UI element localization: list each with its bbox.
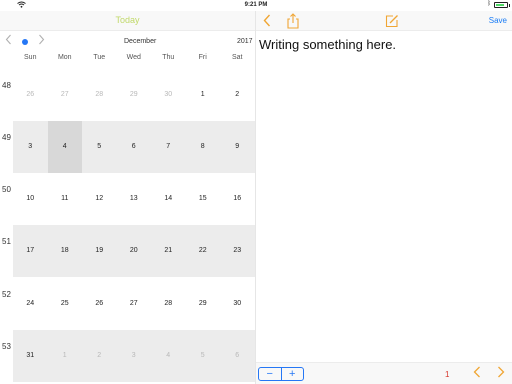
calendar-day[interactable]: 8	[186, 121, 221, 173]
calendar-day[interactable]: 13	[117, 173, 152, 225]
calendar-week-row: 48 26 27 28 29 30 1 2	[0, 69, 255, 121]
note-text-editor[interactable]: Writing something here.	[259, 37, 396, 52]
calendar-day[interactable]: 29	[186, 278, 221, 330]
calendar-week-row: 51 17 18 19 20 21 22 23	[0, 225, 255, 277]
calendar-day[interactable]: 10	[13, 173, 48, 225]
calendar-year: 2017	[237, 38, 253, 45]
page-number: 1	[445, 370, 450, 379]
weekday-label: Tue	[93, 54, 106, 61]
status-bar: 9:21 PM ᛒ	[0, 0, 512, 10]
calendar-day[interactable]: 11	[48, 173, 83, 225]
calendar-week-row: 53 31 1 2 3 4 5 6	[0, 330, 255, 382]
week-number: 53	[2, 342, 11, 351]
weekday-header: Sun Mon Tue Wed Thu Fri Sat	[13, 54, 255, 64]
weekday-label: Sun	[24, 54, 37, 61]
week-number: 50	[2, 185, 11, 194]
chevron-left-icon[interactable]	[473, 366, 481, 381]
calendar-day[interactable]: 3	[117, 330, 152, 382]
calendar-day[interactable]: 26	[82, 278, 117, 330]
weekday-label: Mon	[57, 54, 72, 61]
chevron-left-icon[interactable]	[263, 14, 271, 30]
calendar-nav: Today	[0, 11, 255, 31]
status-time: 9:21 PM	[244, 2, 268, 8]
calendar-day[interactable]: 3	[13, 121, 48, 173]
battery-icon	[494, 2, 508, 8]
bluetooth-icon: ᛒ	[487, 1, 491, 7]
calendar-day[interactable]: 1	[186, 69, 221, 121]
calendar-day[interactable]: 18	[48, 225, 83, 277]
editor-nav: Save	[256, 11, 512, 31]
page-stepper[interactable]: − +	[258, 367, 304, 381]
calendar-day[interactable]: 16	[220, 173, 255, 225]
calendar-day[interactable]: 27	[117, 278, 152, 330]
calendar-day[interactable]: 21	[151, 225, 186, 277]
calendar-day[interactable]: 9	[220, 121, 255, 173]
calendar-week-row: 49 3 4 5 6 7 8 9	[0, 121, 255, 173]
calendar-day[interactable]: 23	[220, 225, 255, 277]
calendar-day[interactable]: 15	[186, 173, 221, 225]
save-button[interactable]: Save	[489, 16, 507, 25]
calendar-day[interactable]: 26	[13, 69, 48, 121]
today-button[interactable]: Today	[0, 15, 255, 25]
calendar-day[interactable]: 2	[82, 330, 117, 382]
calendar-week-row: 50 10 11 12 13 14 15 16	[0, 173, 255, 225]
calendar-day[interactable]: 25	[48, 278, 83, 330]
weekday-label: Wed	[126, 54, 141, 61]
calendar-day[interactable]: 30	[151, 69, 186, 121]
compose-icon[interactable]	[385, 14, 399, 28]
decrement-button[interactable]: −	[259, 368, 282, 380]
previous-month-button[interactable]	[5, 34, 12, 48]
chevron-right-icon[interactable]	[497, 366, 505, 381]
calendar-week-row: 52 24 25 26 27 28 29 30	[0, 278, 255, 330]
calendar-day[interactable]: 19	[82, 225, 117, 277]
week-number: 52	[2, 290, 11, 299]
weekday-label: Fri	[198, 54, 207, 61]
weekday-label: Thu	[162, 54, 175, 61]
calendar-day[interactable]: 4	[151, 330, 186, 382]
calendar-day[interactable]: 5	[82, 121, 117, 173]
next-month-button[interactable]	[38, 34, 45, 48]
calendar-day[interactable]: 28	[82, 69, 117, 121]
calendar-day[interactable]: 30	[220, 278, 255, 330]
calendar-day[interactable]: 6	[220, 330, 255, 382]
calendar-day[interactable]: 22	[186, 225, 221, 277]
calendar-day[interactable]: 12	[82, 173, 117, 225]
current-month-dot[interactable]	[22, 39, 28, 45]
calendar-day[interactable]: 7	[151, 121, 186, 173]
week-number: 48	[2, 81, 11, 90]
calendar-header: December 2017	[0, 33, 255, 51]
calendar-day[interactable]: 31	[13, 330, 48, 382]
increment-button[interactable]: +	[282, 368, 304, 380]
calendar-day[interactable]: 1	[48, 330, 83, 382]
calendar-day[interactable]: 5	[186, 330, 221, 382]
calendar-day[interactable]: 24	[13, 278, 48, 330]
calendar-day[interactable]: 17	[13, 225, 48, 277]
weekday-label: Sat	[231, 54, 243, 61]
calendar-day[interactable]: 6	[117, 121, 152, 173]
calendar-day[interactable]: 27	[48, 69, 83, 121]
week-number: 51	[2, 237, 11, 246]
calendar-day[interactable]: 14	[151, 173, 186, 225]
share-icon[interactable]	[286, 13, 300, 29]
calendar-day[interactable]: 20	[117, 225, 152, 277]
week-number: 49	[2, 133, 11, 142]
selected-calendar-day[interactable]: 4	[47, 121, 82, 173]
calendar-month: December	[124, 38, 157, 45]
bottom-toolbar: − + 1	[256, 362, 512, 384]
calendar-day[interactable]: 2	[220, 69, 255, 121]
split-divider[interactable]	[255, 11, 256, 384]
navigation-bar: Today Save	[0, 11, 512, 31]
calendar-day[interactable]: 29	[117, 69, 152, 121]
calendar-day[interactable]: 28	[151, 278, 186, 330]
